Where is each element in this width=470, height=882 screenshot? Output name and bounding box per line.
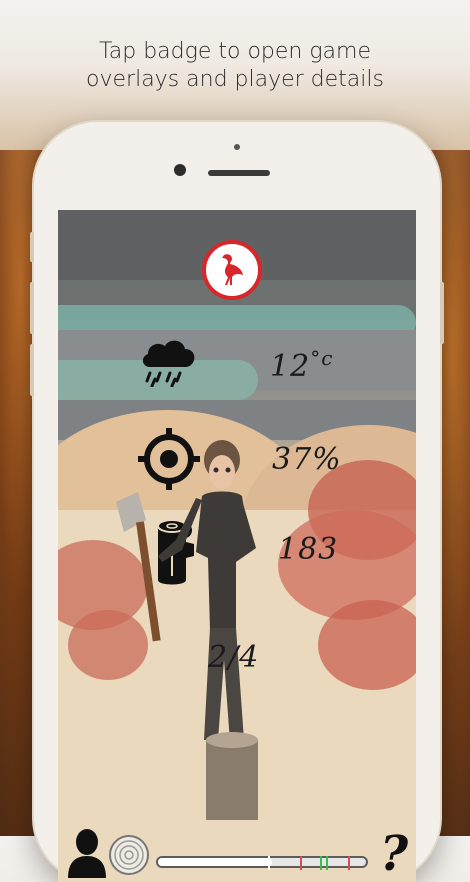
- bottom-bar: ?: [58, 826, 416, 882]
- wood-count-readout: 183: [278, 532, 339, 567]
- temperature-readout: 12°c: [270, 346, 333, 384]
- headline-line-1: Tap badge to open game: [98, 39, 371, 64]
- tree-rings-icon[interactable]: [108, 834, 150, 876]
- headline-line-2: overlays and player details: [86, 67, 384, 92]
- round-counter: 2/4: [208, 640, 260, 675]
- tick-marker-red: [348, 856, 350, 870]
- game-badge-button[interactable]: [202, 240, 262, 300]
- volume-down-button: [30, 344, 34, 396]
- rain-cloud-icon: [142, 340, 195, 387]
- volume-up-button: [30, 282, 34, 334]
- front-camera: [174, 164, 186, 176]
- temperature-value: 12: [270, 349, 311, 384]
- tick-marker-red: [300, 856, 302, 870]
- help-button[interactable]: ?: [374, 826, 414, 882]
- earpiece-speaker: [208, 170, 270, 176]
- player-silhouette-icon[interactable]: [64, 826, 110, 878]
- mute-switch: [30, 232, 34, 262]
- lumberjack-character[interactable]: [86, 440, 286, 820]
- tick-marker: [268, 856, 270, 870]
- swing-power-fill: [158, 858, 273, 866]
- question-mark-icon: ?: [379, 826, 409, 882]
- crane-bird-icon: [222, 254, 243, 285]
- proximity-sensor: [234, 144, 240, 150]
- axe-handle: [136, 521, 161, 642]
- tick-marker-green: [326, 856, 328, 870]
- game-screen[interactable]: 12°c 37% 183 2/4 ?: [58, 210, 416, 882]
- swing-power-bar[interactable]: [156, 856, 368, 870]
- tick-marker-green: [320, 856, 322, 870]
- temperature-unit: °c: [310, 346, 334, 370]
- phone-frame: 12°c 37% 183 2/4 ?: [30, 122, 444, 882]
- promo-headline: Tap badge to open game overlays and play…: [0, 38, 470, 94]
- power-button: [440, 282, 444, 344]
